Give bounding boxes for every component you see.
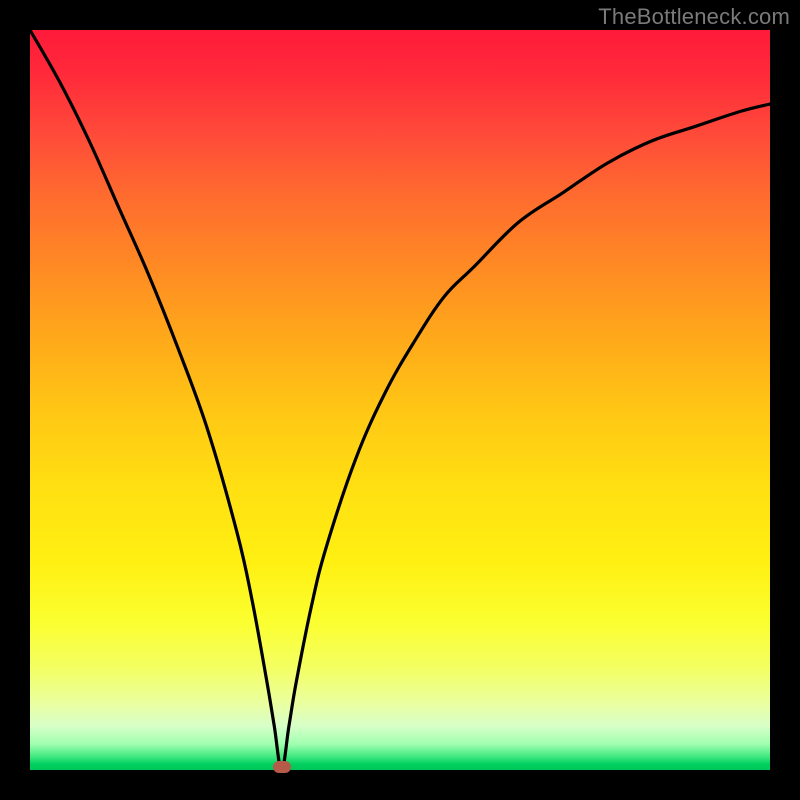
chart-plot-area xyxy=(30,30,770,770)
minimum-marker xyxy=(273,761,291,773)
chart-frame: TheBottleneck.com xyxy=(0,0,800,800)
bottleneck-curve xyxy=(30,30,770,770)
attribution-label: TheBottleneck.com xyxy=(598,4,790,30)
